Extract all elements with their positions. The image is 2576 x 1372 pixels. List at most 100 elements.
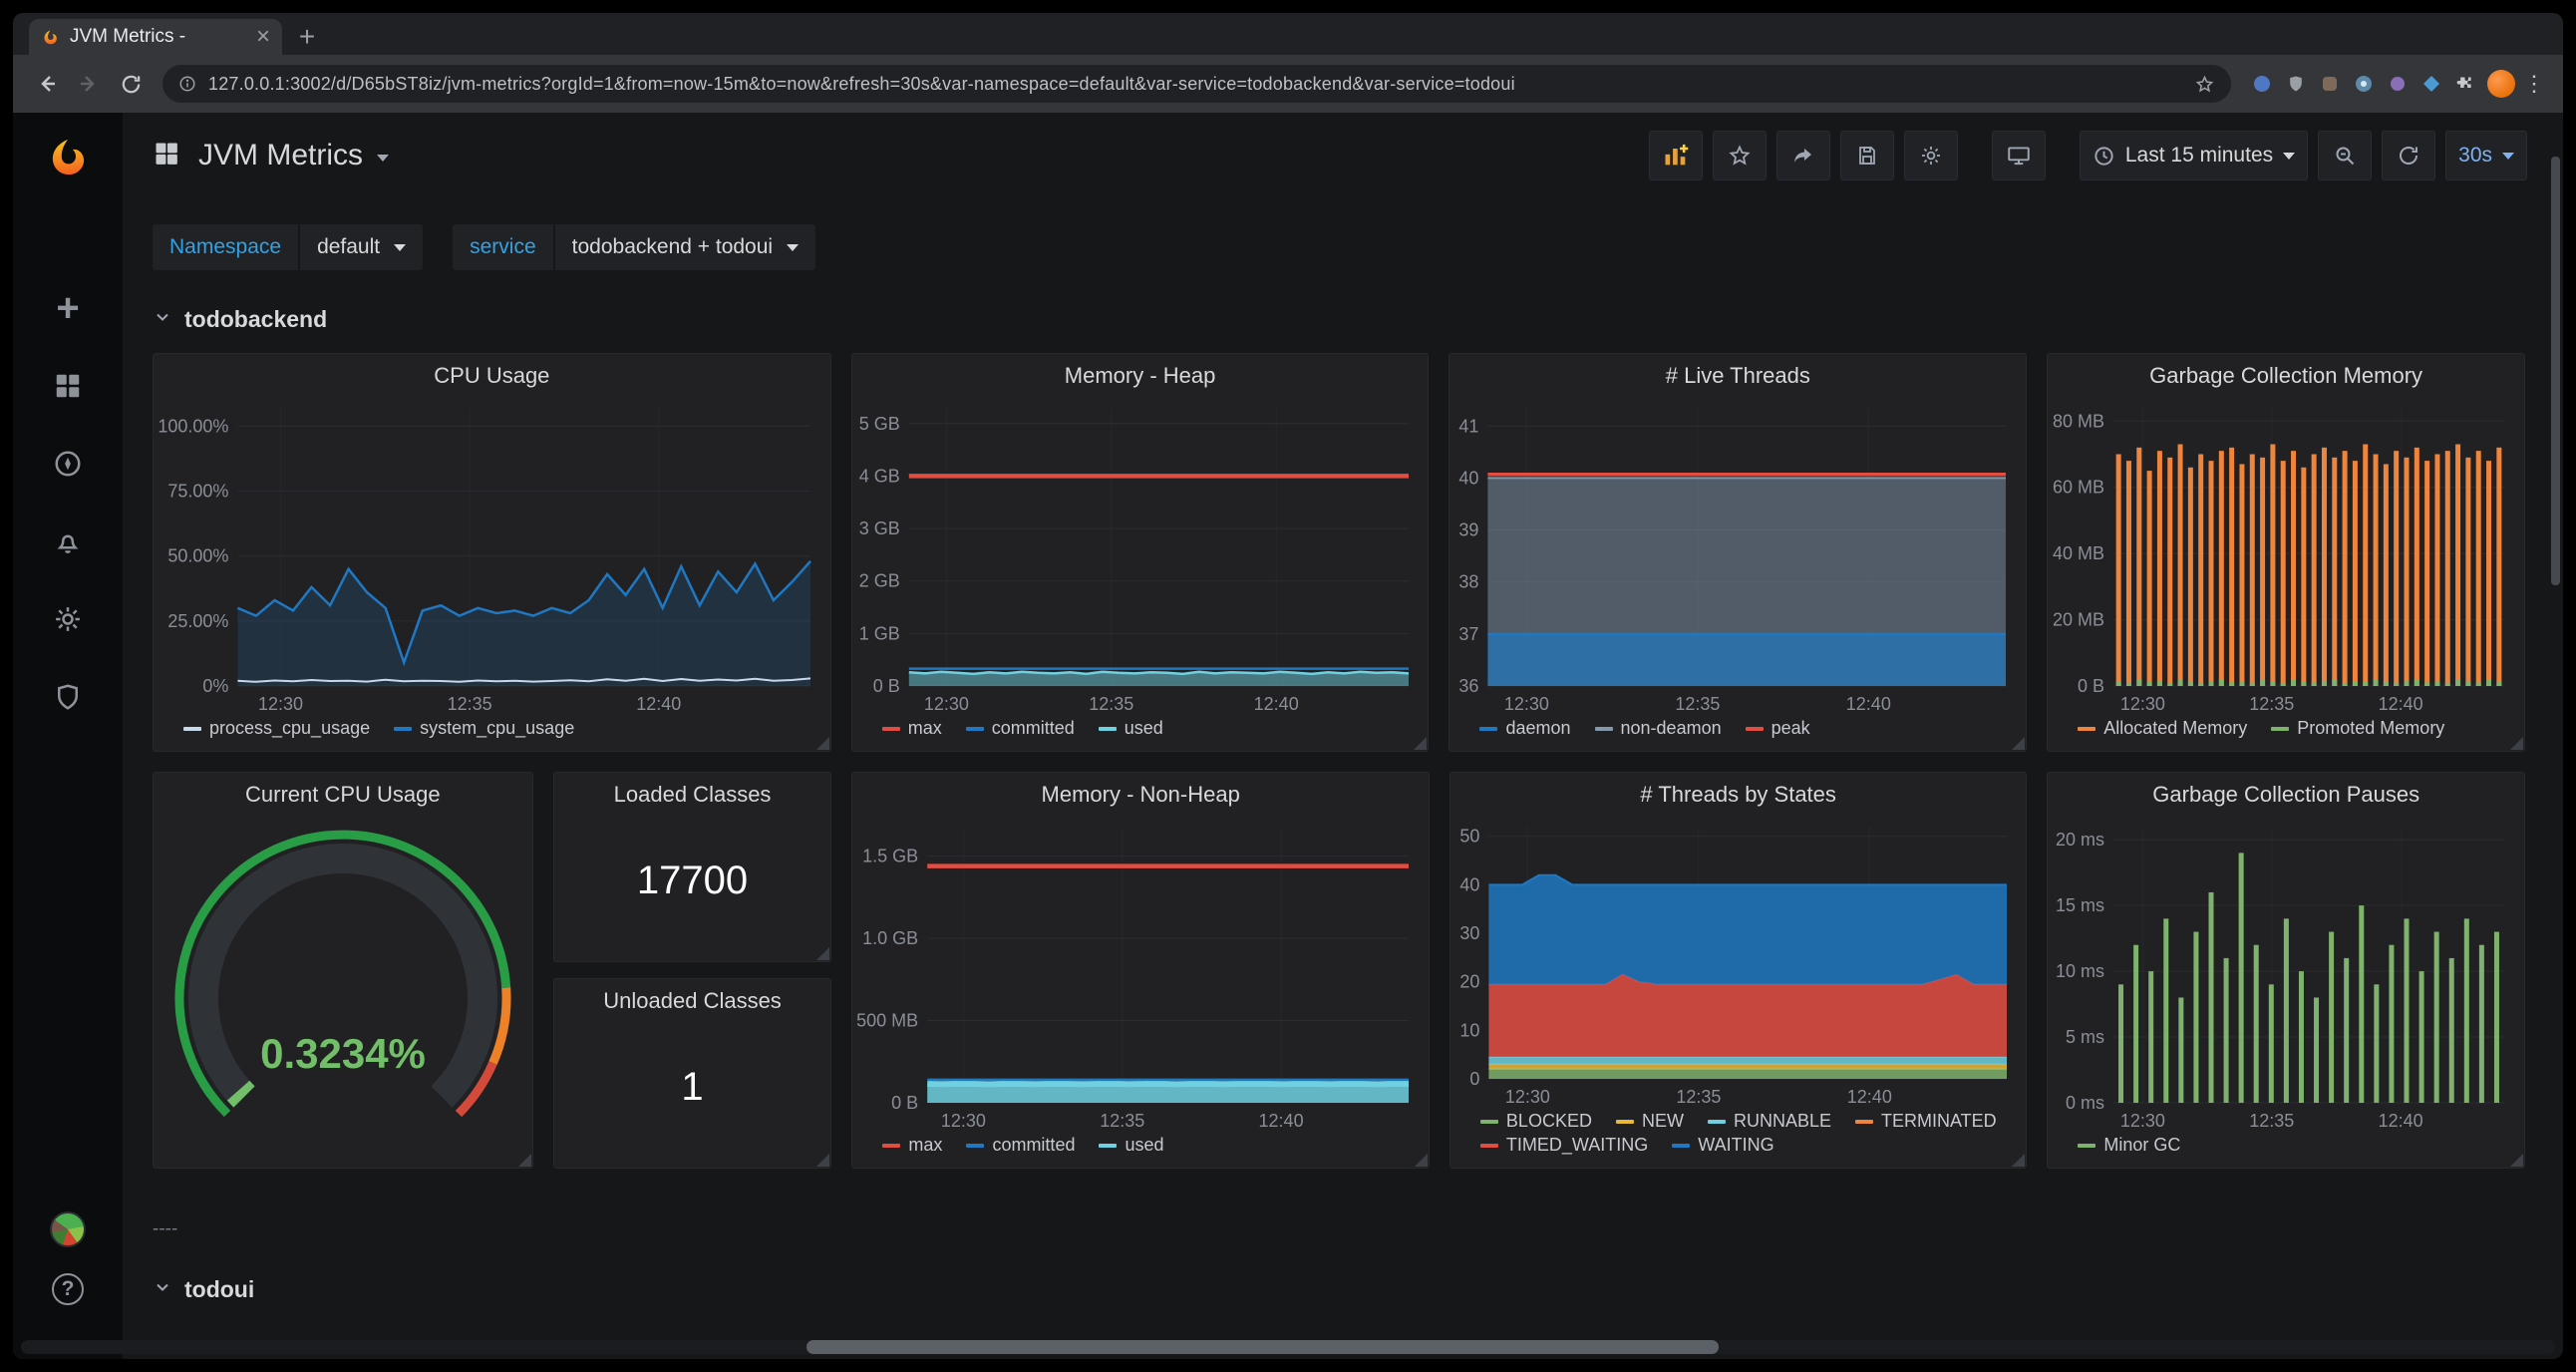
live-threads-chart[interactable]: 12:3012:3512:40363738394041 — [1451, 398, 2020, 716]
panel-title[interactable]: Unloaded Classes — [554, 979, 831, 1023]
extension-icon[interactable] — [2387, 74, 2408, 95]
memory-non-heap-chart[interactable]: 12:3012:3512:400 B500 MB1.0 GB1.5 GB — [854, 817, 1423, 1133]
panel-title[interactable]: Memory - Heap — [852, 354, 1429, 398]
panel-resize-handle[interactable] — [816, 947, 829, 960]
zoom-out-button[interactable] — [2318, 131, 2372, 180]
panel-title[interactable]: # Threads by States — [1450, 773, 2027, 817]
legend-item[interactable]: TIMED_WAITING — [1480, 1135, 1648, 1156]
panel-resize-handle[interactable] — [816, 737, 829, 750]
forward-button[interactable] — [71, 66, 107, 102]
help-icon[interactable]: ? — [52, 1273, 84, 1305]
legend-item[interactable]: system_cpu_usage — [394, 718, 574, 739]
panel-resize-handle[interactable] — [2012, 1154, 2025, 1167]
add-panel-button[interactable] — [1649, 131, 1703, 180]
horizontal-scrollbar-thumb[interactable] — [806, 1340, 1719, 1354]
extension-icon[interactable] — [2420, 74, 2441, 95]
dashboard-title[interactable]: JVM Metrics — [198, 139, 363, 172]
url-text[interactable]: 127.0.0.1:3002/d/D65bST8iz/jvm-metrics?o… — [208, 74, 2182, 95]
legend-item[interactable]: Allocated Memory — [2078, 718, 2247, 739]
title-caret-icon[interactable] — [377, 155, 389, 162]
legend-item[interactable]: non-deamon — [1595, 718, 1722, 739]
row-header-todobackend[interactable]: todobackend — [153, 306, 2525, 333]
profile-avatar[interactable] — [2487, 70, 2515, 98]
legend-item[interactable]: max — [882, 1135, 942, 1156]
panel-resize-handle[interactable] — [2510, 737, 2523, 750]
horizontal-scrollbar[interactable] — [21, 1340, 2555, 1354]
legend-item[interactable]: Promoted Memory — [2271, 718, 2444, 739]
panel-title[interactable]: CPU Usage — [154, 354, 830, 398]
share-button[interactable] — [1776, 131, 1830, 180]
legend-item[interactable]: max — [882, 718, 942, 739]
panel-title[interactable]: Garbage Collection Pauses — [2048, 773, 2524, 817]
panel-resize-handle[interactable] — [1415, 1154, 1428, 1167]
cpu-usage-chart[interactable]: 12:3012:3512:400%25.00%50.00%75.00%100.0… — [156, 398, 824, 716]
memory-heap-chart[interactable]: 12:3012:3512:400 B1 GB2 GB3 GB4 GB5 GB — [854, 398, 1423, 716]
row-collapse-icon[interactable] — [153, 1277, 172, 1302]
panel-title[interactable]: Loaded Classes — [554, 773, 831, 817]
cpu-gauge[interactable]: 0.3234% — [154, 817, 532, 1168]
save-button[interactable] — [1840, 131, 1894, 180]
row-collapse-icon[interactable] — [153, 307, 172, 332]
settings-button[interactable] — [1904, 131, 1958, 180]
sidebar-item-alerting[interactable] — [53, 525, 83, 557]
reload-button[interactable] — [113, 66, 149, 102]
panel-resize-handle[interactable] — [1414, 737, 1427, 750]
legend-item[interactable]: NEW — [1616, 1111, 1684, 1132]
gc-pauses-chart[interactable]: 12:3012:3512:400 ms5 ms10 ms15 ms20 ms — [2050, 817, 2518, 1133]
browser-menu-icon[interactable]: ⋮ — [2521, 71, 2547, 97]
refresh-button[interactable] — [2382, 131, 2435, 180]
panel-title[interactable]: Current CPU Usage — [154, 773, 532, 817]
legend-item[interactable]: RUNNABLE — [1708, 1111, 1831, 1132]
sidebar-item-admin[interactable] — [53, 681, 83, 713]
tv-mode-button[interactable] — [1992, 131, 2046, 180]
extensions-puzzle-icon[interactable] — [2454, 74, 2475, 95]
legend-item[interactable]: Minor GC — [2078, 1135, 2180, 1156]
extension-icon[interactable] — [2285, 74, 2306, 95]
legend-item[interactable]: used — [1099, 718, 1163, 739]
panel-resize-handle[interactable] — [816, 1154, 829, 1167]
user-avatar[interactable] — [50, 1211, 86, 1247]
panel-title[interactable]: Memory - Non-Heap — [852, 773, 1429, 817]
row-title[interactable]: todoui — [184, 1276, 254, 1303]
legend-label: Promoted Memory — [2297, 718, 2444, 739]
row-title[interactable]: todobackend — [184, 306, 327, 333]
extension-icon[interactable] — [2251, 74, 2272, 95]
panel-resize-handle[interactable] — [518, 1154, 531, 1167]
legend-item[interactable]: TERMINATED — [1855, 1111, 1997, 1132]
variable-value-select[interactable]: default — [300, 224, 423, 270]
new-tab-button[interactable]: + — [290, 20, 324, 54]
panel-title[interactable]: # Live Threads — [1449, 354, 2026, 398]
vertical-scrollbar-thumb[interactable] — [2551, 157, 2560, 585]
site-info-icon[interactable] — [178, 75, 196, 93]
grafana-logo[interactable] — [44, 135, 92, 180]
legend-item[interactable]: WAITING — [1672, 1135, 1773, 1156]
extension-icon[interactable] — [2319, 74, 2340, 95]
sidebar-item-dashboards[interactable] — [53, 370, 83, 402]
bookmark-star-icon[interactable] — [2194, 74, 2215, 95]
gc-memory-chart[interactable]: 12:3012:3512:400 B20 MB40 MB60 MB80 MB — [2050, 398, 2518, 716]
legend-item[interactable]: used — [1099, 1135, 1163, 1156]
legend-item[interactable]: daemon — [1479, 718, 1570, 739]
panel-resize-handle[interactable] — [2012, 737, 2025, 750]
back-button[interactable] — [29, 66, 65, 102]
row-header-todoui[interactable]: todoui — [153, 1276, 2525, 1303]
legend-item[interactable]: committed — [966, 1135, 1075, 1156]
legend-item[interactable]: process_cpu_usage — [183, 718, 370, 739]
address-bar[interactable]: 127.0.0.1:3002/d/D65bST8iz/jvm-metrics?o… — [162, 65, 2231, 103]
sidebar-item-explore[interactable] — [53, 448, 83, 480]
panel-resize-handle[interactable] — [2510, 1154, 2523, 1167]
threads-by-states-chart[interactable]: 12:3012:3512:4001020304050 — [1452, 817, 2021, 1109]
legend-item[interactable]: BLOCKED — [1480, 1111, 1592, 1132]
refresh-interval-select[interactable]: 30s — [2445, 131, 2527, 180]
star-dashboard-button[interactable] — [1713, 131, 1767, 180]
legend-item[interactable]: peak — [1746, 718, 1810, 739]
tab-close-icon[interactable]: × — [256, 25, 270, 49]
browser-tab[interactable]: JVM Metrics - × — [29, 19, 282, 55]
variable-value-select[interactable]: todobackend + todoui — [555, 224, 815, 270]
sidebar-item-configuration[interactable] — [53, 603, 83, 635]
extension-icon[interactable] — [2353, 74, 2374, 95]
panel-title[interactable]: Garbage Collection Memory — [2048, 354, 2524, 398]
sidebar-item-create[interactable]: + — [56, 292, 79, 324]
legend-item[interactable]: committed — [966, 718, 1075, 739]
time-range-picker[interactable]: Last 15 minutes — [2080, 131, 2308, 180]
